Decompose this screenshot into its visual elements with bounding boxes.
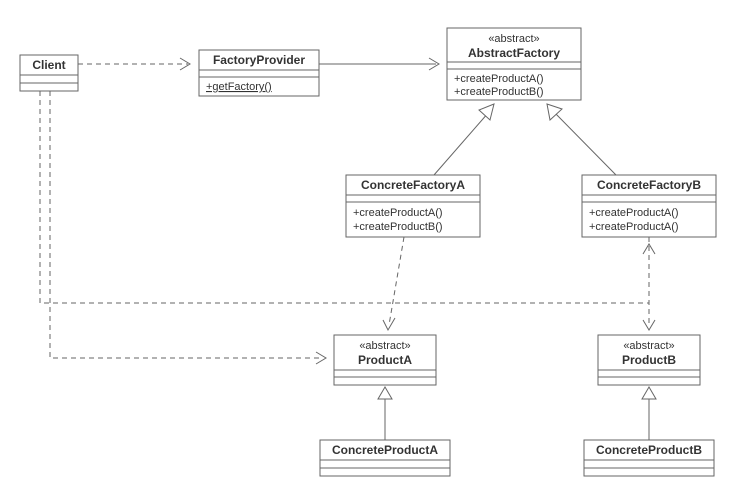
class-factory-provider: FactoryProvider +getFactory() — [199, 50, 319, 96]
rel-client-producta — [50, 91, 326, 364]
product-b-name: ProductB — [622, 353, 676, 367]
rel-cfa-producta — [383, 237, 404, 330]
rel-cfb-af — [547, 104, 616, 175]
concrete-factory-b-method-0: +createProductA() — [589, 207, 679, 219]
class-factory-provider-name: FactoryProvider — [213, 53, 305, 67]
product-a-stereotype: «abstract» — [359, 340, 410, 352]
class-concrete-factory-a: ConcreteFactoryA +createProductA() +crea… — [346, 175, 480, 237]
rel-client-factoryprovider — [78, 58, 190, 70]
concrete-factory-a-name: ConcreteFactoryA — [361, 178, 465, 192]
rel-cfa-af — [434, 104, 494, 175]
concrete-product-b-name: ConcreteProductB — [596, 443, 702, 457]
rel-cpb-pb — [642, 387, 656, 440]
uml-diagram: Client FactoryProvider +getFactory() «ab… — [0, 0, 741, 502]
concrete-factory-b-name: ConcreteFactoryB — [597, 178, 701, 192]
concrete-factory-b-method-1: +createProductA() — [589, 221, 679, 233]
abstract-factory-name: AbstractFactory — [468, 46, 560, 60]
factory-provider-method-0: +getFactory() — [206, 81, 272, 93]
product-b-stereotype: «abstract» — [623, 340, 674, 352]
class-product-b: «abstract» ProductB — [598, 335, 700, 385]
abstract-factory-method-0: +createProductA() — [454, 73, 544, 85]
concrete-product-a-name: ConcreteProductA — [332, 443, 438, 457]
class-concrete-factory-b: ConcreteFactoryB +createProductA() +crea… — [582, 175, 716, 237]
class-concrete-product-a: ConcreteProductA — [320, 440, 450, 476]
class-concrete-product-b: ConcreteProductB — [584, 440, 714, 476]
rel-factoryprovider-abstractfactory — [319, 58, 439, 70]
class-abstract-factory: «abstract» AbstractFactory +createProduc… — [447, 28, 581, 100]
class-client-name: Client — [32, 58, 65, 72]
concrete-factory-a-method-1: +createProductB() — [353, 221, 443, 233]
abstract-factory-stereotype: «abstract» — [488, 33, 539, 45]
rel-cpa-pa — [378, 387, 392, 440]
class-product-a: «abstract» ProductA — [334, 335, 436, 385]
abstract-factory-method-1: +createProductB() — [454, 86, 544, 98]
concrete-factory-a-method-0: +createProductA() — [353, 207, 443, 219]
product-a-name: ProductA — [358, 353, 412, 367]
class-client: Client — [20, 55, 78, 91]
